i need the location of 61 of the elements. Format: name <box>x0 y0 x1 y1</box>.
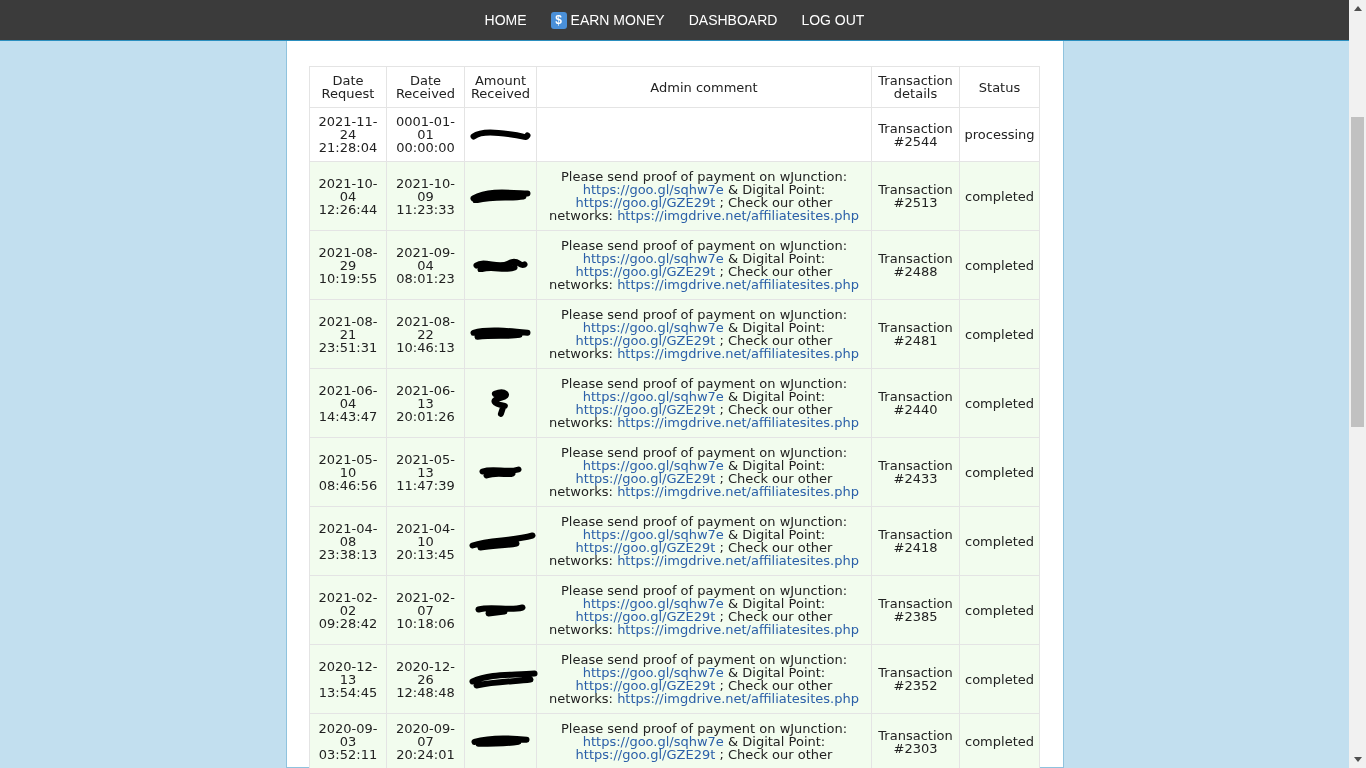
date-cell: 2021-08-29 10:19:55 <box>309 230 387 300</box>
date-cell: 2021-06-04 14:43:47 <box>309 368 387 438</box>
admin-comment: Please send proof of payment on wJunction: https://goo.gl/sqhw7e & Digital Point: https://goo.gl/GZE29t ; Check our other networks: https://imgdrive.net/affiliatesites.php <box>548 515 860 567</box>
date-cell: 2021-05-10 08:46:56 <box>309 437 387 507</box>
admin-comment: Please send proof of payment on wJunction: https://goo.gl/sqhw7e & Digital Point: https://goo.gl/GZE29t ; Check our other networks: https://imgdrive.net/affiliatesites.php <box>548 308 860 360</box>
admin-comment: Please send proof of payment on wJunction: https://goo.gl/sqhw7e & Digital Point: https://goo.gl/GZE29t ; Check our other networks: https://imgdrive.net/affiliatesites.php <box>548 653 860 705</box>
date-cell: 2021-05-13 11:47:39 <box>386 437 465 507</box>
date-cell: 2021-10-09 11:23:33 <box>386 161 465 231</box>
status-cell: completed <box>959 644 1040 714</box>
status-cell: completed <box>959 506 1040 576</box>
admin-comment: Please send proof of payment on wJunction: https://goo.gl/sqhw7e & Digital Point: https://goo.gl/GZE29t ; Check our other networks: https://imgdrive.net/affiliatesites.php <box>548 239 860 291</box>
nav-link[interactable]: HOME <box>472 0 539 40</box>
date-cell: 2021-09-04 08:01:23 <box>386 230 465 300</box>
nav-link[interactable]: LOG OUT <box>789 0 877 40</box>
status-cell: processing <box>959 107 1040 162</box>
date-cell: 2020-12-26 12:48:48 <box>386 644 465 714</box>
scrollbar-thumb[interactable] <box>1351 117 1364 427</box>
status-cell: completed <box>959 368 1040 438</box>
transaction-cell: Transaction #2481 <box>871 299 960 369</box>
column-header: Transaction details <box>871 66 960 108</box>
status-cell: completed <box>959 575 1040 645</box>
date-cell: 2021-08-22 10:46:13 <box>386 299 465 369</box>
transaction-cell: Transaction #2544 <box>871 107 960 162</box>
column-header: Admin comment <box>536 66 872 108</box>
transaction-cell: Transaction #2440 <box>871 368 960 438</box>
transaction-cell: Transaction #2488 <box>871 230 960 300</box>
admin-comment: Please send proof of payment on wJunction: https://goo.gl/sqhw7e & Digital Point: https://goo.gl/GZE29t ; Check our other networks: https://imgdrive.net/affiliatesites.php <box>548 170 860 222</box>
date-cell: 2021-04-08 23:38:13 <box>309 506 387 576</box>
column-header: Date Received <box>386 66 465 108</box>
nav-link[interactable]: $ EARN MONEY <box>538 0 677 40</box>
date-cell: 2021-10-04 12:26:44 <box>309 161 387 231</box>
status-cell: completed <box>959 437 1040 507</box>
date-cell: 0001-01-01 00:00:00 <box>386 107 465 162</box>
status-cell: completed <box>959 161 1040 231</box>
admin-comment: Please send proof of payment on wJunction: https://goo.gl/sqhw7e & Digital Point: https://goo.gl/GZE29t ; Check our other networks: https://imgdrive.net/affiliatesites.php <box>548 377 860 429</box>
column-header: Date Request <box>309 66 387 108</box>
date-cell: 2020-09-03 03:52:11 <box>309 713 387 768</box>
column-header: Status <box>959 66 1040 108</box>
status-cell: completed <box>959 230 1040 300</box>
transaction-cell: Transaction #2352 <box>871 644 960 714</box>
date-cell: 2021-04-10 20:13:45 <box>386 506 465 576</box>
date-cell: 2021-02-07 10:18:06 <box>386 575 465 645</box>
admin-comment: Please send proof of payment on wJunction: https://goo.gl/sqhw7e & Digital Point: https://goo.gl/GZE29t ; Check our other networks: https://imgdrive.net/affiliatesites.php <box>548 446 860 498</box>
admin-comment: Please send proof of payment on wJunction: https://goo.gl/sqhw7e & Digital Point: https://goo.gl/GZE29t ; Check our other networks: https://imgdrive.net/affiliatesites.php <box>548 584 860 636</box>
transaction-cell: Transaction #2433 <box>871 437 960 507</box>
date-cell: 2020-12-13 13:54:45 <box>309 644 387 714</box>
column-header: Amount Received <box>464 66 537 108</box>
admin-comment: Please send proof of payment on wJunction: https://goo.gl/sqhw7e & Digital Point: https://goo.gl/GZE29t ; Check our other <box>559 722 848 761</box>
transaction-cell: Transaction #2513 <box>871 161 960 231</box>
status-cell: completed <box>959 299 1040 369</box>
transaction-cell: Transaction #2303 <box>871 713 960 768</box>
date-cell: 2021-11-24 21:28:04 <box>309 107 387 162</box>
date-cell: 2021-08-21 23:51:31 <box>309 299 387 369</box>
status-cell: completed <box>959 713 1040 768</box>
date-cell: 2020-09-07 20:24:01 <box>386 713 465 768</box>
date-cell: 2021-02-02 09:28:42 <box>309 575 387 645</box>
nav-link[interactable]: DASHBOARD <box>676 0 790 40</box>
date-cell: 2021-06-13 20:01:26 <box>386 368 465 438</box>
transaction-cell: Transaction #2385 <box>871 575 960 645</box>
dollar-icon: $ <box>550 11 567 29</box>
transaction-cell: Transaction #2418 <box>871 506 960 576</box>
